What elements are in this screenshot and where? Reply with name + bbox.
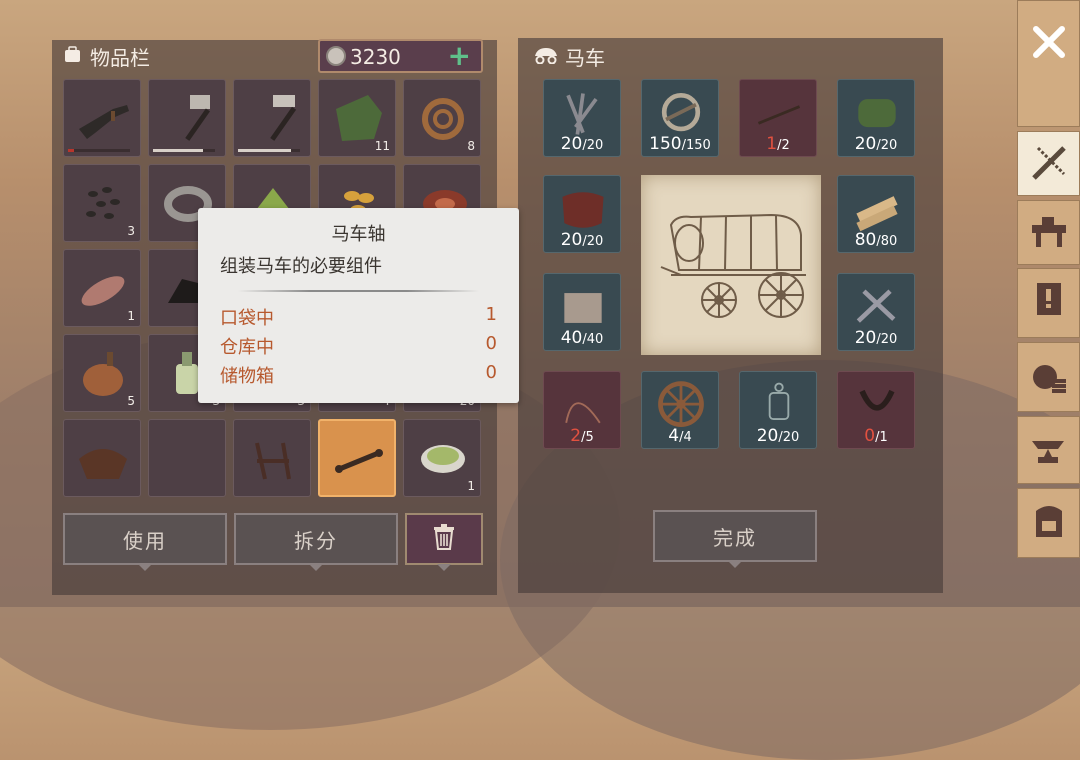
material-slot-planks[interactable]: 80/80 <box>837 175 915 253</box>
delete-button[interactable] <box>405 513 483 571</box>
inventory-title-text: 物品栏 <box>90 46 150 70</box>
material-quantity: 20/20 <box>560 134 604 154</box>
tab-workbench[interactable] <box>1017 200 1080 265</box>
material-slot-stone[interactable]: 40/40 <box>543 273 621 351</box>
tooltip-divider <box>238 290 479 292</box>
bridle-icon <box>255 442 291 480</box>
material-quantity: 20/20 <box>854 328 898 348</box>
close-button[interactable] <box>1017 0 1080 127</box>
material-slot-wire[interactable]: 2/5 <box>543 371 621 449</box>
tab-forge[interactable] <box>1017 416 1080 484</box>
flintlock-pistol-icon <box>79 105 129 139</box>
use-button[interactable]: 使用 <box>63 513 227 571</box>
hammer-icon <box>270 95 297 141</box>
inventory-slot-water-flask[interactable]: 5 <box>63 334 141 412</box>
coin-icon <box>326 46 346 66</box>
material-slot-nails[interactable]: 20/20 <box>543 79 621 157</box>
tooltip-row-storage: 储物箱 0 <box>220 362 497 387</box>
material-quantity: 80/80 <box>854 230 898 250</box>
currency-display: 3230 + <box>318 39 483 73</box>
inventory-slot-sledgehammer[interactable] <box>148 79 226 157</box>
wagon-blueprint <box>641 175 821 355</box>
wagon-title-text: 马车 <box>565 46 605 70</box>
add-currency-button[interactable]: + <box>448 39 471 72</box>
bowl-icon <box>421 445 465 473</box>
inventory-slot-fish[interactable]: 1 <box>63 249 141 327</box>
wagon-axle-icon <box>335 449 383 473</box>
tooltip-row-pocket: 口袋中 1 <box>220 304 497 329</box>
material-slot-leather[interactable]: 20/20 <box>543 175 621 253</box>
item-count: 5 <box>127 394 135 408</box>
inventory-slot-bridle[interactable] <box>233 419 311 497</box>
fish-icon <box>81 276 125 306</box>
water-flask-icon <box>83 352 123 396</box>
workbench-icon <box>1032 217 1066 247</box>
split-button[interactable]: 拆分 <box>234 513 398 571</box>
item-count: 8 <box>467 139 475 153</box>
inventory-slot-bowl[interactable]: 1 <box>403 419 481 497</box>
item-count: 11 <box>374 139 390 153</box>
inventory-slot-rope[interactable]: 8 <box>403 79 481 157</box>
durability-bar <box>153 149 215 152</box>
tab-backpack[interactable] <box>1017 488 1080 558</box>
seeds-icon <box>86 187 120 219</box>
inventory-slot-hammer[interactable] <box>233 79 311 157</box>
tab-crafting[interactable] <box>1017 131 1080 196</box>
currency-value: 3230 <box>350 45 401 69</box>
material-quantity: 20/20 <box>560 230 604 250</box>
material-quantity: 40/40 <box>560 328 604 348</box>
durability-bar <box>238 149 300 152</box>
inventory-slot-wagon-axle[interactable] <box>318 419 396 497</box>
item-count: 3 <box>127 224 135 238</box>
money-bag-icon <box>1033 365 1066 393</box>
inventory-slot-saddle[interactable] <box>63 419 141 497</box>
inventory-slot-flintlock-pistol[interactable] <box>63 79 141 157</box>
item-tooltip: 马车轴 组装马车的必要组件 口袋中 1 仓库中 0 储物箱 0 <box>198 208 519 403</box>
saddle-icon <box>79 449 127 479</box>
wagon-title: 马车 <box>533 42 605 71</box>
book-icon <box>1037 283 1061 315</box>
tooltip-description: 组装马车的必要组件 <box>220 256 382 277</box>
tab-blueprints[interactable] <box>1017 268 1080 338</box>
material-quantity: 20/20 <box>756 426 800 446</box>
item-count: 1 <box>127 309 135 323</box>
complete-button[interactable]: 完成 <box>653 510 817 568</box>
rope-icon <box>422 98 464 140</box>
material-slot-wheel[interactable]: 4/4 <box>641 371 719 449</box>
sledgehammer-icon <box>185 95 210 141</box>
material-slot-tools[interactable]: 20/20 <box>837 273 915 351</box>
durability-bar <box>68 149 130 152</box>
trash-icon <box>433 523 455 555</box>
crafting-icon <box>1032 146 1066 180</box>
tooltip-title: 马车轴 <box>331 224 386 245</box>
backpack-tab-icon <box>1036 506 1062 537</box>
material-quantity: 1/2 <box>766 134 790 154</box>
inventory-slot-seeds[interactable]: 3 <box>63 164 141 242</box>
material-slot-scrap-metal[interactable]: 150/150 <box>641 79 719 157</box>
wagon-icon <box>533 45 559 69</box>
inventory-slot-empty[interactable] <box>148 419 226 497</box>
material-slot-lantern[interactable]: 20/20 <box>739 371 817 449</box>
tooltip-row-warehouse: 仓库中 0 <box>220 333 497 358</box>
inventory-slot-green-cloth[interactable]: 11 <box>318 79 396 157</box>
material-slot-wagon-axle[interactable]: 1/2 <box>739 79 817 157</box>
anvil-icon <box>1032 441 1064 463</box>
inventory-title: 物品栏 <box>62 42 150 71</box>
material-quantity: 20/20 <box>854 134 898 154</box>
material-quantity: 0/1 <box>864 426 888 446</box>
material-quantity: 4/4 <box>668 426 692 446</box>
tab-trade[interactable] <box>1017 342 1080 412</box>
backpack-icon <box>62 45 84 69</box>
material-slot-green-fabric[interactable]: 20/20 <box>837 79 915 157</box>
material-quantity: 150/150 <box>649 134 711 154</box>
material-slot-harness[interactable]: 0/1 <box>837 371 915 449</box>
item-count: 1 <box>467 479 475 493</box>
material-quantity: 2/5 <box>570 426 594 446</box>
close-icon <box>1033 26 1065 58</box>
